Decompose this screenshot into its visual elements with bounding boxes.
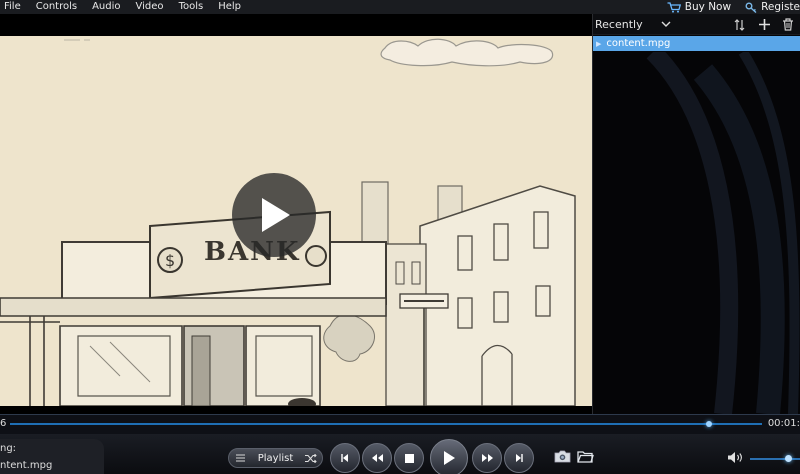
key-icon [745,2,757,13]
menu-help[interactable]: Help [212,0,250,14]
play-icon [444,451,455,465]
speaker-icon [728,452,742,463]
playlist-header: Recently [593,14,800,35]
playlist-item[interactable]: ▶ content.mpg [593,36,800,51]
play-button[interactable] [430,439,468,474]
skip-forward-icon [516,454,523,462]
total-time: 00:01: [767,418,800,429]
stop-icon [404,453,414,463]
buy-now-label: Buy Now [684,1,732,13]
playing-marker-icon: ▶ [596,39,602,48]
plus-icon [758,19,770,30]
elapsed-time: 6 [0,418,7,429]
play-icon [262,198,290,232]
seek-divider [0,414,800,415]
now-playing-file: ntent.mpg [0,460,53,471]
trash-icon [783,18,793,31]
previous-chapter-button[interactable] [330,443,360,473]
volume-slider[interactable] [750,458,800,460]
now-playing-info: ng: ntent.mpg [0,439,104,474]
fast-forward-button[interactable] [472,443,502,473]
fast-forward-icon [481,454,493,462]
playlist-item-name: content.mpg [606,38,671,49]
add-to-playlist-button[interactable] [752,14,776,35]
now-playing-label: ng: [0,443,17,454]
rewind-button[interactable] [362,443,392,473]
seek-bar[interactable] [10,423,762,425]
menu-tools[interactable]: Tools [173,0,213,14]
menu-right-group: Buy Now Registe [653,0,800,14]
video-area[interactable]: $ BANK [0,14,592,414]
playlist-sort-label: Recently [595,17,643,31]
menu-audio[interactable]: Audio [86,0,129,14]
seek-handle[interactable] [706,421,713,427]
list-icon [229,454,251,462]
camera-icon [554,450,571,463]
stop-button[interactable] [394,443,424,473]
next-chapter-button[interactable] [504,443,534,473]
menu-bar: File Controls Audio Video Tools Help Buy… [0,0,800,14]
control-bar: ng: ntent.mpg Playlist [0,434,800,474]
snapshot-button[interactable] [554,450,571,463]
rewind-icon [371,454,383,462]
sort-button[interactable] [728,14,752,35]
register-label: Registe [761,1,800,13]
buy-now-button[interactable]: Buy Now [667,1,731,13]
open-file-button[interactable] [577,450,594,463]
volume-handle[interactable] [784,455,792,462]
playlist-toggle-button[interactable]: Playlist [228,448,323,468]
menu-video[interactable]: Video [130,0,173,14]
shuffle-icon[interactable] [300,453,322,463]
sort-icon [734,18,745,31]
playlist-panel: Recently ▶ content.mpg [592,14,800,414]
cart-icon [667,1,681,13]
menu-controls[interactable]: Controls [30,0,86,14]
skip-back-icon [341,454,348,462]
playlist-toggle-label: Playlist [257,452,294,464]
delete-from-playlist-button[interactable] [776,14,800,35]
playlist-tools [728,14,800,35]
volume-button[interactable] [727,451,744,464]
playlist-background-decoration [646,52,800,414]
folder-icon [577,451,594,463]
play-overlay-button[interactable] [232,173,316,257]
seek-bar-row: 6 00:01: [0,414,800,434]
register-button[interactable]: Registe [745,1,800,13]
playlist-sort-dropdown[interactable]: Recently [595,18,671,31]
menu-file[interactable]: File [0,0,30,14]
chevron-down-icon [661,21,671,27]
svg-text:$: $ [165,251,175,270]
